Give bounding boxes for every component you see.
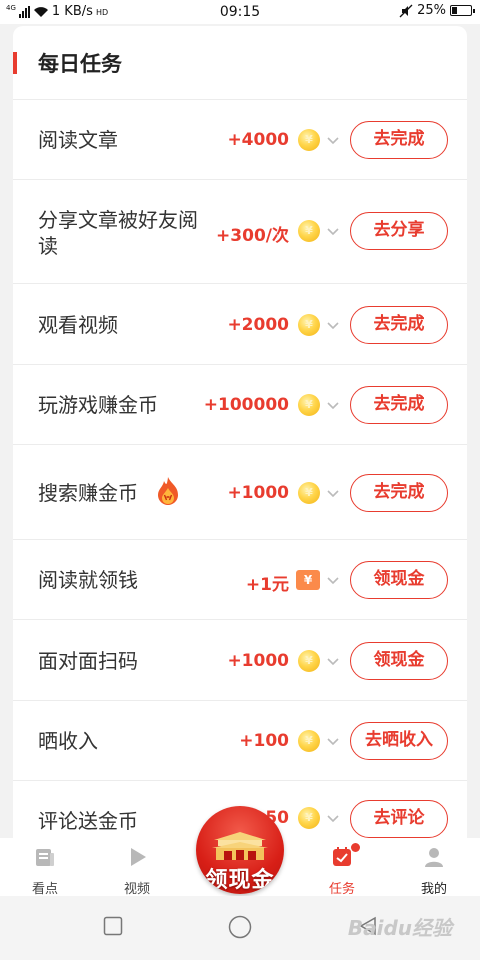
task-action-button[interactable]: 去完成 (350, 386, 448, 424)
task-row[interactable]: 玩游戏赚金币 +100000 ¥ 去完成 (13, 365, 467, 445)
task-action-button[interactable]: 去完成 (350, 306, 448, 344)
gate-icon (212, 832, 268, 860)
task-label: 阅读就领钱 (38, 568, 138, 592)
chevron-down-icon[interactable] (325, 810, 341, 826)
task-action-button[interactable]: 去完成 (350, 121, 448, 159)
task-label: 面对面扫码 (38, 649, 138, 673)
chevron-down-icon[interactable] (325, 572, 341, 588)
task-reward: +1000 (227, 651, 289, 671)
section-accent-bar (13, 52, 17, 74)
watermark: Baidu经验 (347, 916, 452, 940)
coin-icon: ¥ (298, 129, 320, 151)
section-header: 每日任务 (13, 26, 467, 100)
task-row[interactable]: 观看视频 +2000 ¥ 去完成 (13, 284, 467, 365)
section-title: 每日任务 (38, 52, 122, 76)
task-row[interactable]: 阅读文章 +4000 ¥ 去完成 (13, 100, 467, 180)
chevron-down-icon[interactable] (325, 132, 341, 148)
coin-icon: ¥ (298, 482, 320, 504)
task-label: 阅读文章 (38, 128, 118, 152)
chevron-down-icon[interactable] (325, 317, 341, 333)
coin-icon: ¥ (298, 650, 320, 672)
mute-icon (399, 4, 413, 17)
task-reward: +1元 (245, 575, 289, 595)
task-label: 玩游戏赚金币 (38, 393, 158, 417)
notification-dot (351, 843, 360, 852)
nav-label: 我的 (420, 882, 447, 897)
chevron-down-icon[interactable] (325, 653, 341, 669)
status-right: 25% (399, 3, 475, 18)
task-row[interactable]: 阅读就领钱 +1元 ¥ 领现金 (13, 540, 467, 620)
task-action-button[interactable]: 去晒收入 (350, 722, 448, 760)
task-row[interactable]: 分享文章被好友阅 读 +300/次 ¥ 去分享 (13, 180, 467, 284)
task-row[interactable]: 晒收入 +100 ¥ 去晒收入 (13, 701, 467, 781)
chevron-down-icon[interactable] (325, 223, 341, 239)
task-reward: +4000 (227, 130, 289, 150)
task-reward: +300/次 (216, 226, 289, 246)
task-label-line2: 读 (38, 234, 58, 258)
chevron-down-icon[interactable] (325, 485, 341, 501)
battery-icon (450, 5, 475, 16)
task-label: 观看视频 (38, 313, 118, 337)
nav-item-kandian[interactable]: 看点 (0, 838, 90, 897)
battery-percent: 25% (417, 3, 446, 18)
task-action-button[interactable]: 领现金 (350, 561, 448, 599)
nav-label: 视频 (123, 882, 150, 897)
home-icon[interactable] (228, 915, 252, 939)
task-action-button[interactable]: 去完成 (350, 474, 448, 512)
task-label: 评论送金币 (38, 809, 138, 833)
promo-label: 领现金 (205, 868, 275, 893)
task-calendar-icon (333, 847, 351, 866)
task-label: 晒收入 (38, 729, 98, 753)
task-action-button[interactable]: 去分享 (350, 212, 448, 250)
nav-item-mine[interactable]: 我的 (389, 838, 479, 897)
chevron-down-icon[interactable] (325, 397, 341, 413)
coin-icon: ¥ (298, 314, 320, 336)
coin-icon: ¥ (298, 394, 320, 416)
user-icon (425, 848, 443, 867)
task-label: 搜索赚金币 (38, 481, 138, 505)
nav-label: 任务 (328, 882, 355, 897)
coin-icon: ¥ (298, 730, 320, 752)
coin-icon: ¥ (298, 220, 320, 242)
recent-apps-icon[interactable] (103, 916, 123, 936)
nav-item-tasks[interactable]: 任务 (297, 838, 387, 897)
nav-label: 看点 (31, 882, 58, 897)
task-reward: +1000 (227, 483, 289, 503)
cash-promo-button[interactable]: 领现金 (196, 806, 284, 894)
status-bar: 4G 1 KB/s HD 09:15 25% (0, 0, 480, 24)
news-icon (36, 849, 54, 866)
red-packet-icon: ¥ (296, 570, 320, 590)
task-row[interactable]: 搜索赚金币 +1000 ¥ 去完成 (13, 445, 467, 540)
task-reward: +100 (239, 731, 289, 751)
task-label: 分享文章被好友阅 (38, 208, 198, 232)
coin-icon: ¥ (298, 807, 320, 829)
task-row[interactable]: 面对面扫码 +1000 ¥ 领现金 (13, 620, 467, 701)
chevron-down-icon[interactable] (325, 733, 341, 749)
play-icon (131, 848, 146, 866)
task-reward: +100000 (203, 395, 289, 415)
flame-icon (158, 477, 178, 505)
task-reward: +2000 (227, 315, 289, 335)
system-nav-bar: Baidu经验 (0, 896, 480, 960)
daily-tasks-card: 每日任务 阅读文章 +4000 ¥ 去完成 分享文章被好友阅 读 +300/次 … (13, 26, 467, 838)
task-action-button[interactable]: 去评论 (350, 800, 448, 838)
task-action-button[interactable]: 领现金 (350, 642, 448, 680)
nav-item-video[interactable]: 视频 (92, 838, 182, 897)
